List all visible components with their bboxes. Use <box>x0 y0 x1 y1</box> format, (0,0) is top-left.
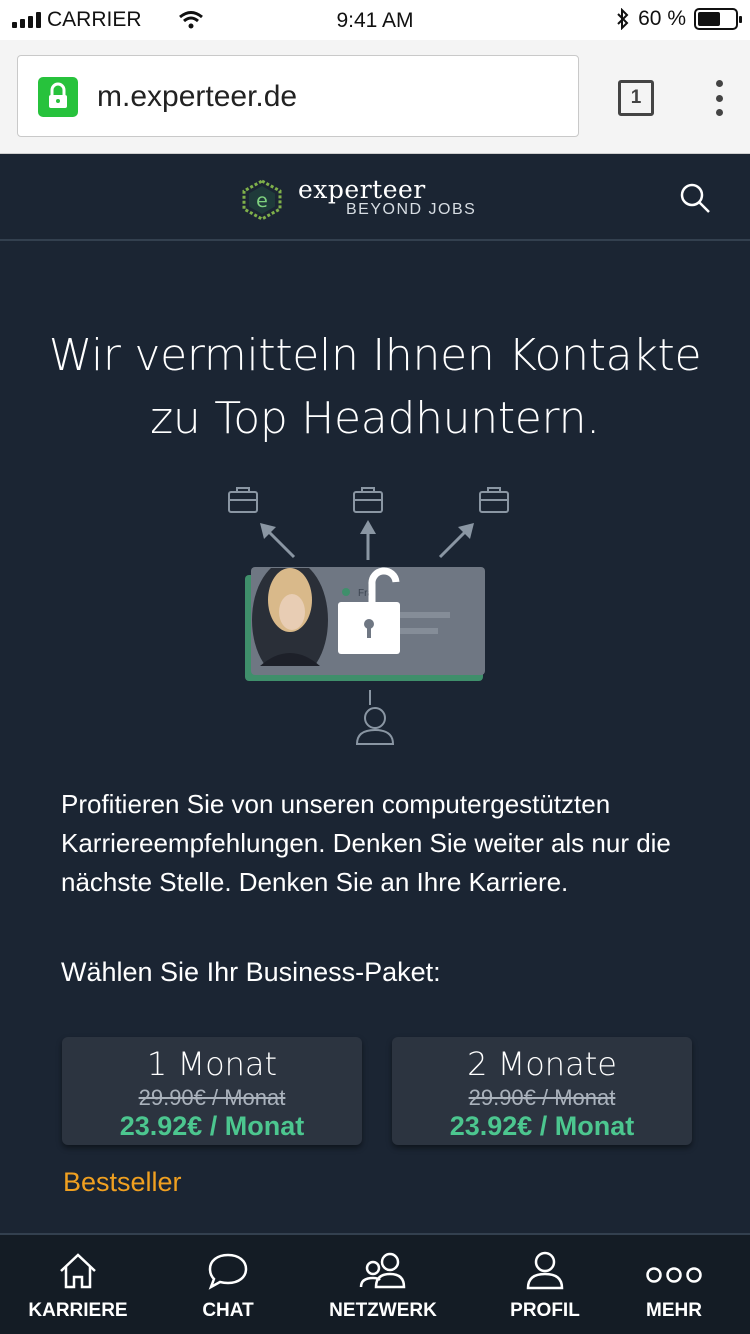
battery-icon <box>694 8 742 30</box>
brand-tagline: BEYOND JOBS <box>346 201 477 218</box>
menu-dots-icon[interactable] <box>714 80 724 116</box>
package-old-price: 29.90€ / Monat <box>138 1085 286 1110</box>
tab-chat[interactable]: CHAT <box>153 1235 303 1334</box>
more-dots-icon <box>646 1267 702 1283</box>
bluetooth-icon <box>617 8 629 30</box>
headline-line-1: Wir vermitteln Ihnen Kontakte <box>48 330 702 381</box>
briefcase-icon <box>353 487 383 513</box>
tab-netzwerk[interactable]: NETZWERK <box>308 1235 458 1334</box>
briefcase-icon <box>479 487 509 513</box>
package-new-price: 23.92€ / Monat <box>119 1111 305 1141</box>
status-bar: CARRIER 9:41 AM 60 % <box>0 0 750 40</box>
svg-text:e: e <box>256 190 268 212</box>
headhunter-illustration: Fra <box>228 487 509 745</box>
tab-karriere[interactable]: KARRIERE <box>3 1235 153 1334</box>
bottom-tab-bar: KARRIERE CHAT NETZWERK PROFIL MEHR <box>0 1233 750 1334</box>
battery-fill <box>698 12 720 26</box>
experteer-logo-icon[interactable]: e <box>240 179 284 221</box>
tab-switcher-button[interactable]: 1 <box>618 80 654 116</box>
url-text: m.experteer.de <box>97 80 298 113</box>
chat-bubble-icon <box>208 1253 248 1290</box>
site-header: e experteer BEYOND JOBS <box>0 155 750 241</box>
address-bar[interactable]: m.experteer.de <box>17 55 579 137</box>
package-new-price: 23.92€ / Monat <box>449 1111 635 1141</box>
package-option-1-monat[interactable]: 1 Monat 29.90€ / Monat 23.92€ / Monat <box>62 1037 362 1145</box>
tab-label: KARRIERE <box>28 1300 128 1321</box>
package-option-2-monate[interactable]: 2 Monate 29.90€ / Monat 23.92€ / Monat <box>392 1037 692 1145</box>
package-name: 1 Monat <box>146 1045 278 1083</box>
tab-mehr[interactable]: MEHR <box>599 1235 749 1334</box>
profile-photo <box>252 568 328 666</box>
headline-line-2: zu Top Headhuntern. <box>150 393 600 444</box>
person-icon <box>526 1251 564 1290</box>
search-icon[interactable] <box>678 181 714 217</box>
package-heading: Wählen Sie Ihr Business-Paket: <box>61 957 441 987</box>
tab-profil[interactable]: PROFIL <box>470 1235 620 1334</box>
tab-label: MEHR <box>646 1300 702 1321</box>
lock-icon <box>38 77 78 117</box>
arrow-icon <box>260 520 474 560</box>
battery-percent: 60 % <box>638 7 686 30</box>
tab-label: CHAT <box>202 1300 254 1321</box>
user-icon <box>355 690 395 745</box>
intro-text: Profitieren Sie von unseren computergest… <box>61 789 671 897</box>
brand-name: experteer <box>298 175 426 204</box>
status-right: 60 % <box>616 7 742 31</box>
briefcase-icon <box>228 487 258 513</box>
package-old-price: 29.90€ / Monat <box>468 1085 616 1110</box>
tab-label: NETZWERK <box>329 1300 437 1321</box>
tab-label: PROFIL <box>510 1300 580 1321</box>
page-headline: Wir vermitteln Ihnen Kontakte zu Top Hea… <box>30 324 720 450</box>
bestseller-badge: Bestseller <box>63 1167 182 1197</box>
home-icon <box>60 1253 96 1289</box>
browser-toolbar: m.experteer.de 1 <box>0 40 750 154</box>
people-icon <box>359 1252 406 1289</box>
package-name: 2 Monate <box>467 1045 617 1083</box>
